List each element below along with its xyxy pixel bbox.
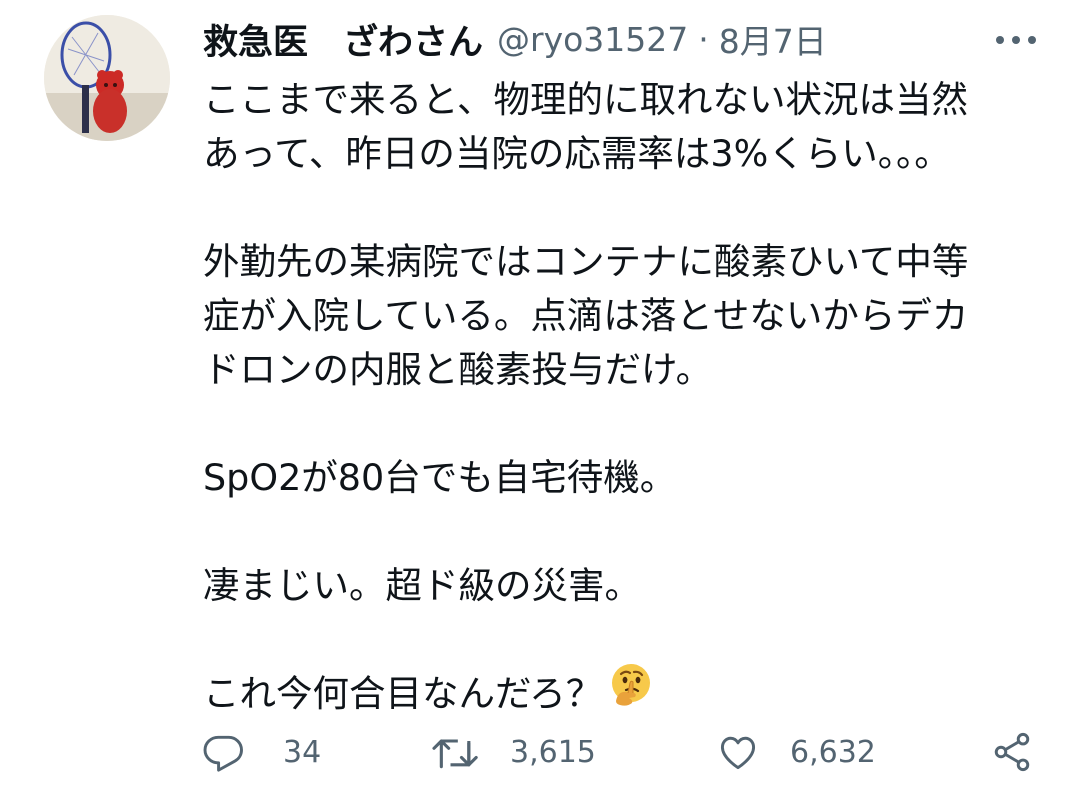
tweet-text-line: これ今何合目なんだろ？ [203, 672, 603, 715]
share-button[interactable] [990, 722, 1034, 782]
retweet-icon [432, 739, 478, 769]
reply-count: 34 [283, 734, 322, 770]
tweet-header: 救急医 ざわさん @ryo31527 · 8月7日 [203, 12, 827, 66]
tweet-actions: 34 3,615 6,632 [0, 722, 1080, 782]
tweet-text-line: SpO2が80台でも自宅待機。 [203, 456, 677, 499]
avatar-image [44, 15, 170, 141]
tweet-text-blank [203, 505, 1043, 559]
tweet-text-line: ここまで来ると、物理的に取れない状況は当然 [203, 78, 969, 121]
display-name[interactable]: 救急医 ざわさん [203, 14, 483, 65]
retweet-count: 3,615 [510, 734, 596, 770]
heart-icon [720, 736, 756, 770]
thinking-face-icon [608, 661, 654, 722]
like-count: 6,632 [790, 734, 876, 770]
reply-button[interactable]: 34 [203, 722, 321, 782]
tweet-text-blank [203, 397, 1043, 451]
more-options-icon [996, 36, 1036, 44]
separator: · [698, 19, 709, 59]
tweet-date[interactable]: 8月7日 [719, 15, 827, 63]
user-handle[interactable]: @ryo31527 [497, 20, 688, 59]
tweet-text-line: あって、昨日の当院の応需率は3%くらい。。。 [203, 132, 951, 175]
tweet-text-line: 外勤先の某病院ではコンテナに酸素ひいて中等 [203, 240, 969, 283]
tweet-text-blank [203, 613, 1043, 667]
tweet-text-line: 凄まじい。超ド級の災害。 [203, 564, 641, 607]
retweet-button[interactable]: 3,615 [430, 722, 596, 782]
more-options-button[interactable] [988, 22, 1044, 58]
reply-icon [203, 735, 243, 772]
tweet-text: ここまで来ると、物理的に取れない状況は当然 あって、昨日の当院の応需率は3%くら… [203, 73, 1043, 721]
tweet-text-line: ドロンの内服と酸素投与だけ。 [203, 348, 713, 391]
tweet-text-blank [203, 181, 1043, 235]
share-icon [994, 732, 1030, 772]
avatar[interactable] [44, 15, 170, 141]
tweet-text-line: 症が入院している。点滴は落とせないからデカ [203, 294, 969, 337]
tweet-text-last-line: これ今何合目なんだろ？ [203, 664, 1043, 721]
tweet: 救急医 ざわさん @ryo31527 · 8月7日 ここまで来ると、物理的に取れ… [0, 0, 1080, 804]
like-button[interactable]: 6,632 [716, 722, 876, 782]
